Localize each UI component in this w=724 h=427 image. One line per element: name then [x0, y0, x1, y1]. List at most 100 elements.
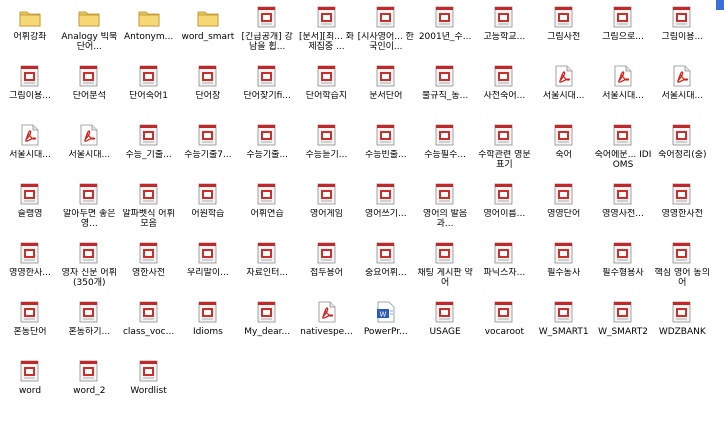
- file-item[interactable]: 단어학습지: [298, 61, 356, 117]
- file-item[interactable]: 단어분석: [60, 61, 118, 117]
- item-label: word_smart: [181, 32, 235, 42]
- document-icon: [612, 242, 634, 264]
- file-item[interactable]: 서울시대...: [1, 120, 59, 176]
- file-item[interactable]: 단어찾기fi...: [238, 61, 296, 117]
- file-item[interactable]: W_SMART2: [594, 297, 652, 353]
- file-item[interactable]: Idioms: [179, 297, 237, 353]
- file-item[interactable]: 그림이용...: [1, 61, 59, 117]
- file-item[interactable]: 그림사전: [535, 2, 593, 58]
- file-item[interactable]: 고등학교...: [475, 2, 533, 58]
- file-item[interactable]: 알아두면 좋은 영...: [60, 179, 118, 235]
- file-item[interactable]: 필수동사: [535, 238, 593, 294]
- document-icon: [256, 6, 278, 28]
- file-item[interactable]: W_SMART1: [535, 297, 593, 353]
- document-icon: [612, 183, 634, 205]
- file-item[interactable]: class_voc...: [120, 297, 178, 353]
- file-item[interactable]: 영자 신문 어휘 (350개): [60, 238, 118, 294]
- file-item[interactable]: nativespe...: [298, 297, 356, 353]
- file-item[interactable]: [문서][최... 화제집중 ...: [298, 2, 356, 58]
- file-item[interactable]: word: [1, 356, 59, 412]
- file-item[interactable]: 우리말이...: [179, 238, 237, 294]
- file-item[interactable]: 영영한사...: [1, 238, 59, 294]
- file-item[interactable]: 필수형용사: [594, 238, 652, 294]
- item-label: 자료인터...: [246, 268, 289, 278]
- file-item[interactable]: 서울시대...: [535, 61, 593, 117]
- document-icon: [671, 242, 693, 264]
- file-item[interactable]: WDZBANK: [653, 297, 711, 353]
- file-item[interactable]: 불규칙_동...: [416, 61, 474, 117]
- file-item[interactable]: 숙어에문... IDIOMS: [594, 120, 652, 176]
- file-item[interactable]: 영영단어: [535, 179, 593, 235]
- document-icon: [375, 242, 397, 264]
- folder-item[interactable]: word_smart: [179, 2, 237, 58]
- file-item[interactable]: 영영한사전: [653, 179, 711, 235]
- file-item[interactable]: 영어게임: [298, 179, 356, 235]
- file-item[interactable]: 수능기출7...: [179, 120, 237, 176]
- file-item[interactable]: 숙어정리(중): [653, 120, 711, 176]
- file-item[interactable]: 문서단어: [357, 61, 415, 117]
- file-item[interactable]: 숙어: [535, 120, 593, 176]
- file-item[interactable]: 단어장: [179, 61, 237, 117]
- document-icon: [553, 124, 575, 146]
- file-item[interactable]: 수능기출...: [238, 120, 296, 176]
- folder-item[interactable]: Antonym...: [120, 2, 178, 58]
- file-item[interactable]: 영영사전...: [594, 179, 652, 235]
- file-item[interactable]: 채팅 게시판 약어: [416, 238, 474, 294]
- file-item[interactable]: [긴급공개] 강남을 휩...: [238, 2, 296, 58]
- file-item[interactable]: vocaroot: [475, 297, 533, 353]
- file-item[interactable]: 수능듣기...: [298, 120, 356, 176]
- file-item[interactable]: 영어쓰기...: [357, 179, 415, 235]
- document-icon: [78, 242, 100, 264]
- file-item[interactable]: Wordlist: [120, 356, 178, 412]
- file-item[interactable]: 중요어휘...: [357, 238, 415, 294]
- file-item[interactable]: 혼동하기...: [60, 297, 118, 353]
- file-item[interactable]: 서울시대...: [594, 61, 652, 117]
- file-item[interactable]: 그림으로...: [594, 2, 652, 58]
- item-label: 혼동단어: [13, 327, 47, 337]
- document-icon: [78, 360, 100, 382]
- file-item[interactable]: 사전숙어...: [475, 61, 533, 117]
- file-item[interactable]: 수능빈출...: [357, 120, 415, 176]
- item-label: W_SMART2: [598, 327, 648, 337]
- item-label: vocaroot: [484, 327, 525, 337]
- folder-item[interactable]: 어휘강좌: [1, 2, 59, 58]
- item-label: 숙어정리(중): [658, 150, 707, 160]
- file-item[interactable]: 영어의 발음과...: [416, 179, 474, 235]
- desktop-file-view[interactable]: 어휘강좌 Analogy 빅북단어... Antonym... word_sma…: [0, 0, 724, 427]
- file-item[interactable]: 어휘연습: [238, 179, 296, 235]
- file-item[interactable]: 그림이용...: [653, 2, 711, 58]
- document-icon: [138, 124, 160, 146]
- item-label: USAGE: [429, 327, 461, 337]
- file-item[interactable]: 수능필수...: [416, 120, 474, 176]
- file-item[interactable]: word_2: [60, 356, 118, 412]
- item-label: 필수형용사: [602, 268, 644, 278]
- document-icon: [671, 6, 693, 28]
- file-item[interactable]: 파닉스자...: [475, 238, 533, 294]
- file-item[interactable]: 수학관련 영문표기: [475, 120, 533, 176]
- file-item[interactable]: 접두용어: [298, 238, 356, 294]
- document-icon: [553, 242, 575, 264]
- file-item[interactable]: 서울시대...: [653, 61, 711, 117]
- file-item[interactable]: [시사영어... 한국인이...: [357, 2, 415, 58]
- file-item[interactable]: 어원학습: [179, 179, 237, 235]
- file-item[interactable]: 단어숙어1: [120, 61, 178, 117]
- pdf-icon: [19, 124, 41, 146]
- document-icon: [493, 6, 515, 28]
- file-item[interactable]: USAGE: [416, 297, 474, 353]
- file-item[interactable]: 서울시대...: [60, 120, 118, 176]
- file-item[interactable]: 핵심 영어 동의어: [653, 238, 711, 294]
- file-item[interactable]: 알파벳식 어휘모음: [120, 179, 178, 235]
- document-icon: [493, 301, 515, 323]
- file-item[interactable]: My_dear...: [238, 297, 296, 353]
- folder-item[interactable]: Analogy 빅북단어...: [60, 2, 118, 58]
- word-document-icon: W: [375, 301, 397, 323]
- file-item[interactable]: 영한사전: [120, 238, 178, 294]
- file-item[interactable]: 슬랭영: [1, 179, 59, 235]
- file-item[interactable]: 2001년_수...: [416, 2, 474, 58]
- file-item[interactable]: 자료인터...: [238, 238, 296, 294]
- file-item[interactable]: 혼동단어: [1, 297, 59, 353]
- file-item[interactable]: 수능_기출...: [120, 120, 178, 176]
- document-icon: [434, 124, 456, 146]
- file-item[interactable]: W PowerPr...: [357, 297, 415, 353]
- file-item[interactable]: 영어이름...: [475, 179, 533, 235]
